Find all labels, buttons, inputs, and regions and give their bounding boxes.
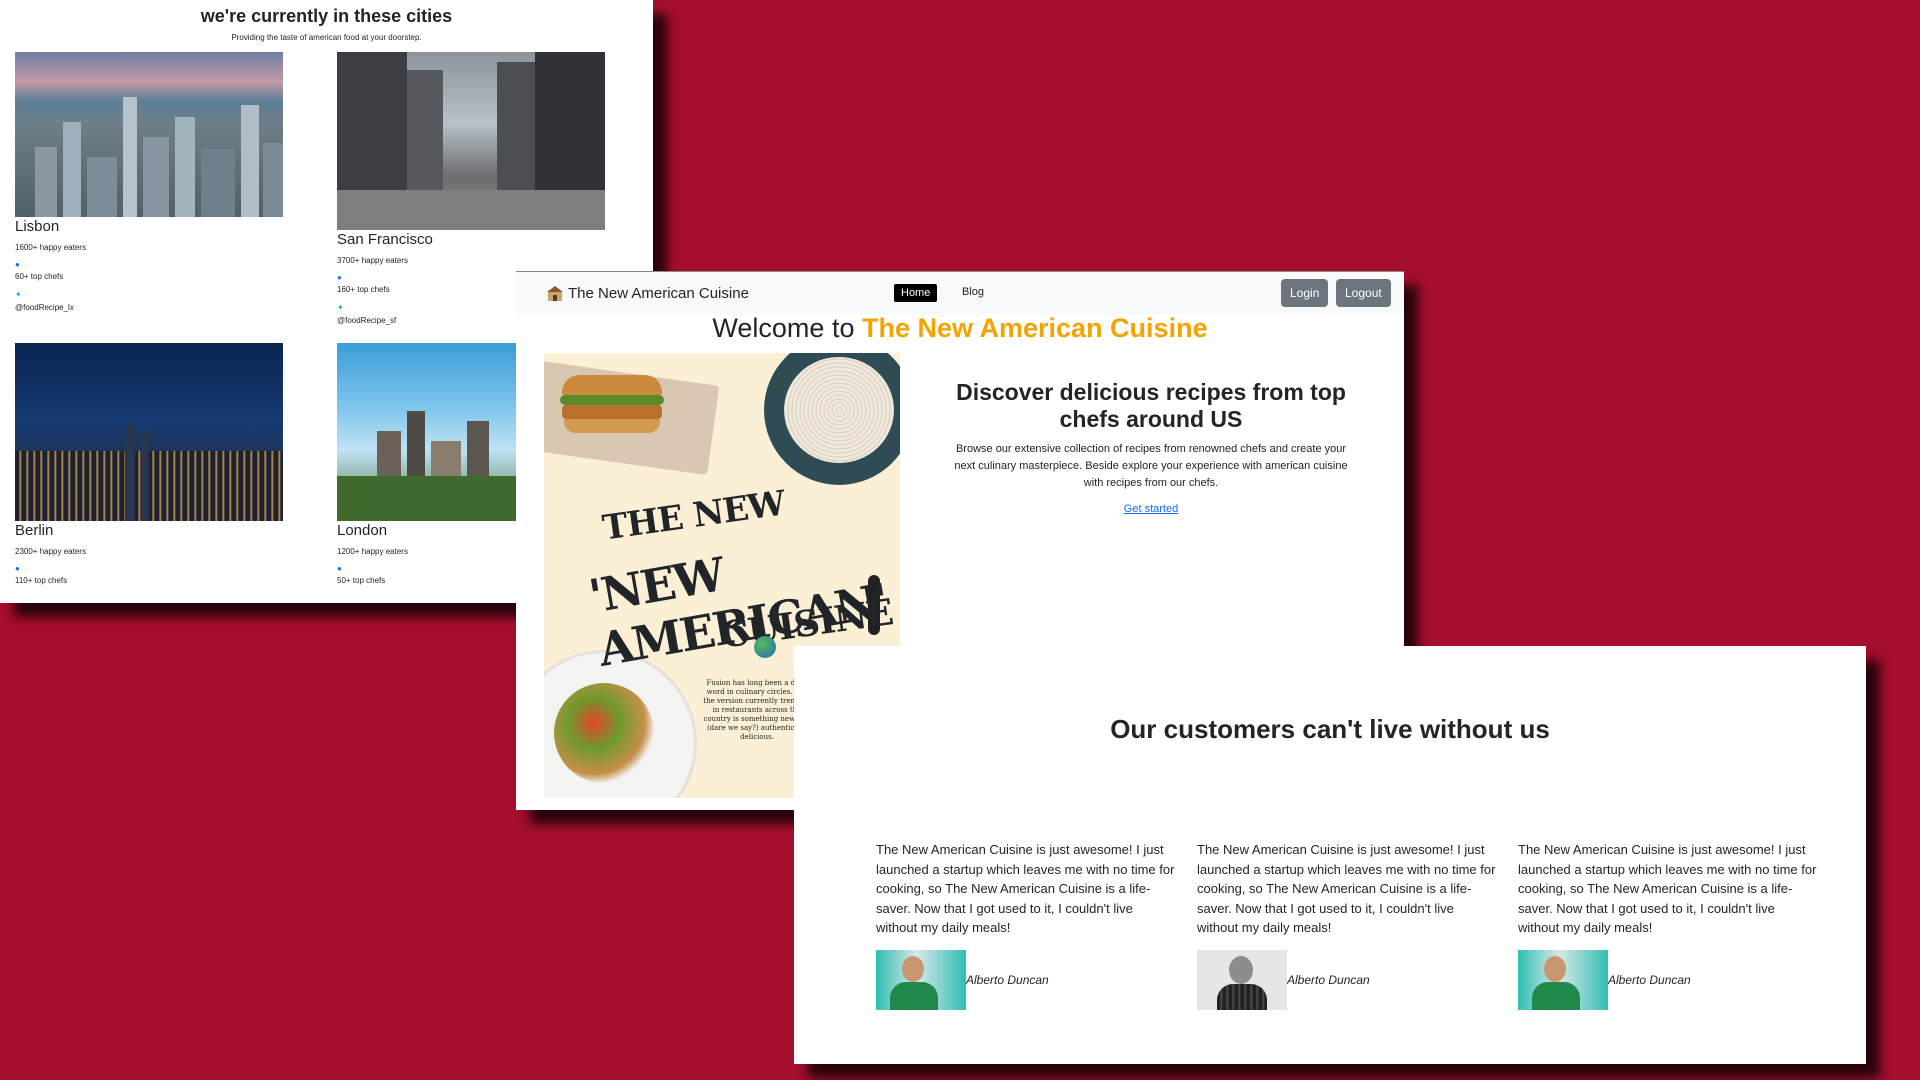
login-button[interactable]: Login <box>1281 279 1329 307</box>
testimonial-author: Alberto Duncan <box>876 949 1176 1010</box>
logout-button[interactable]: Logout <box>1336 279 1391 307</box>
hero-copy: Discover delicious recipes from top chef… <box>946 379 1356 517</box>
city-photo <box>337 52 605 230</box>
brand-name[interactable]: The New American Cuisine <box>568 285 749 302</box>
nav-blog[interactable]: Blog <box>962 286 984 298</box>
testimonial-author-name: Alberto Duncan <box>1608 972 1691 987</box>
city-chefs: 60+ top chefs <box>15 272 64 281</box>
city-eaters: 3700+ happy eaters <box>337 256 408 265</box>
city-eaters: 1600+ happy eaters <box>15 243 86 252</box>
testimonial-author-name: Alberto Duncan <box>966 972 1049 987</box>
welcome-heading: Welcome to The New American Cuisine <box>516 313 1404 344</box>
cities-subtitle: Providing the taste of american food at … <box>231 33 422 42</box>
testimonial-author: Alberto Duncan <box>1518 949 1818 1010</box>
testimonial-author: Alberto Duncan <box>1197 949 1497 1010</box>
testimonial-quote: The New American Cuisine is just awesome… <box>1518 842 1817 935</box>
restaurant-logo-icon <box>546 284 564 302</box>
welcome-brand: The New American Cuisine <box>861 313 1208 343</box>
testimonial-quote: The New American Cuisine is just awesome… <box>1197 842 1496 935</box>
testimonial-card: The New American Cuisine is just awesome… <box>876 840 1176 1010</box>
chef-icon: ● <box>15 564 20 573</box>
brand[interactable]: The New American Cuisine <box>546 284 749 302</box>
twitter-icon[interactable]: ✦ <box>15 291 285 299</box>
cities-title: we're currently in these cities <box>200 6 453 26</box>
nav-home[interactable]: Home <box>894 284 938 302</box>
avatar <box>1197 949 1287 1010</box>
chef-icon: ● <box>15 260 20 269</box>
testimonials-heading: Our customers can't live without us <box>1110 714 1550 744</box>
hero-heading: Discover delicious recipes from top chef… <box>956 379 1346 432</box>
city-photo <box>15 343 283 521</box>
testimonial-card: The New American Cuisine is just awesome… <box>1518 840 1818 1010</box>
globe-icon <box>754 636 776 658</box>
city-card-berlin: Berlin 2300+ happy eaters ● 110+ top che… <box>15 343 285 585</box>
city-card-lisbon: Lisbon 1600+ happy eaters ● 60+ top chef… <box>15 52 285 312</box>
avatar <box>1518 949 1608 1010</box>
city-name: Lisbon <box>15 218 60 235</box>
city-name: San Francisco <box>337 231 433 248</box>
testimonials-panel: Our customers can't live without us The … <box>794 646 1866 1064</box>
testimonial-author-name: Alberto Duncan <box>1287 972 1370 987</box>
city-eaters: 2300+ happy eaters <box>15 547 86 556</box>
city-photo <box>15 52 283 217</box>
get-started-link[interactable]: Get started <box>1124 503 1178 515</box>
city-chefs: 110+ top chefs <box>15 576 68 585</box>
testimonial-card: The New American Cuisine is just awesome… <box>1197 840 1497 1010</box>
city-name: Berlin <box>15 522 54 539</box>
testimonial-quote: The New American Cuisine is just awesome… <box>876 842 1175 935</box>
navbar: The New American Cuisine Home Blog Login… <box>516 271 1404 314</box>
avatar <box>876 949 966 1010</box>
city-handle[interactable]: @foodRecipe_lx <box>15 303 285 312</box>
hero-description: Browse our extensive collection of recip… <box>954 443 1348 489</box>
welcome-prefix: Welcome to <box>712 313 855 343</box>
